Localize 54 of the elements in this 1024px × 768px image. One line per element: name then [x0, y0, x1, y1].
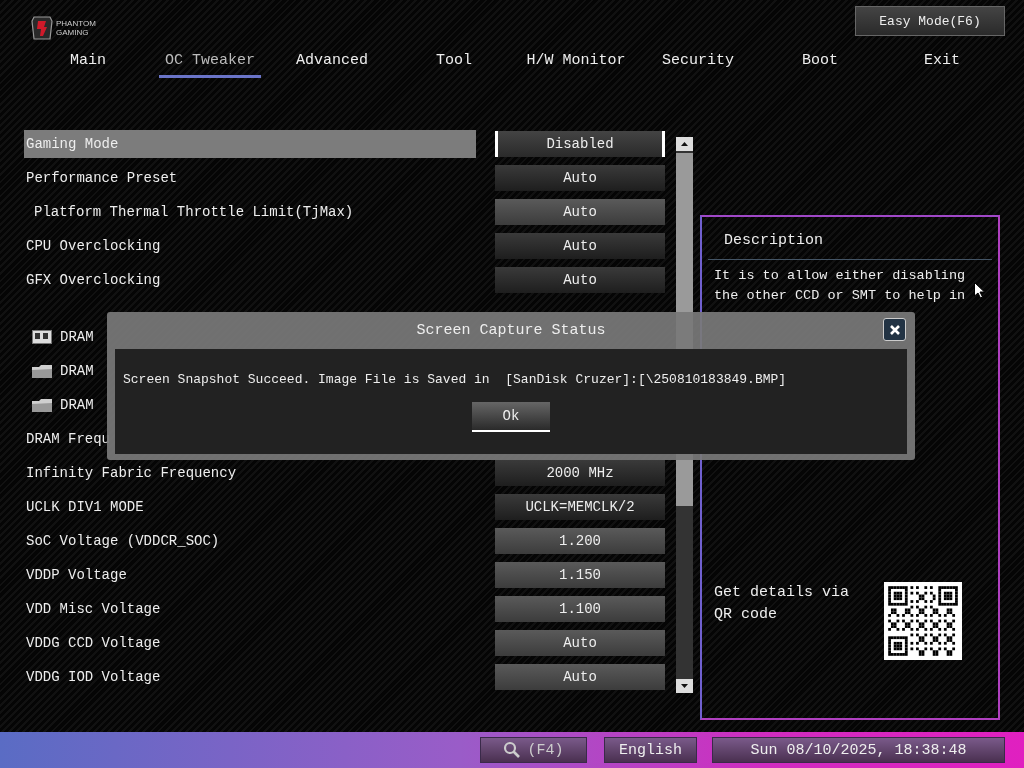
menu-tab[interactable]: Security: [656, 44, 740, 78]
value-field[interactable]: Auto: [495, 664, 665, 690]
submenu-link[interactable]: DRAM: [52, 391, 94, 419]
value-field[interactable]: 1.100: [495, 596, 665, 622]
menu-tab[interactable]: Main: [64, 44, 112, 78]
memory-icon: [32, 330, 52, 344]
logo-text: PHANTOM GAMING: [56, 19, 96, 37]
search-icon: [503, 741, 522, 759]
setting-label[interactable]: Infinity Fabric Frequency: [24, 459, 476, 487]
logo-icon: [31, 15, 53, 41]
value-selector[interactable]: UCLK=MEMCLK/2: [495, 494, 665, 520]
menu-tab[interactable]: Advanced: [290, 44, 374, 78]
close-icon: [888, 323, 901, 336]
submenu-link[interactable]: DRAM: [52, 357, 94, 385]
ok-button[interactable]: Ok: [472, 402, 550, 432]
value-field[interactable]: 1.150: [495, 562, 665, 588]
value-field[interactable]: Auto: [495, 199, 665, 225]
folder-icon: [32, 398, 52, 412]
dialog-title: Screen Capture Status: [416, 322, 606, 339]
language-button[interactable]: English: [604, 737, 697, 763]
menu-tab[interactable]: Boot: [796, 44, 844, 78]
value-field[interactable]: 1.200: [495, 528, 665, 554]
value-selector[interactable]: Auto: [495, 267, 665, 293]
value-selector[interactable]: 2000 MHz: [495, 460, 665, 486]
easy-mode-button[interactable]: Easy Mode(F6): [855, 6, 1005, 36]
setting-label[interactable]: VDDP Voltage: [24, 561, 476, 589]
folder-icon: [32, 364, 52, 378]
value-selector[interactable]: Auto: [495, 233, 665, 259]
setting-label[interactable]: SoC Voltage (VDDCR_SOC): [24, 527, 476, 555]
setting-label[interactable]: VDDG CCD Voltage: [24, 629, 476, 657]
description-title: Description: [708, 217, 992, 260]
setting-label[interactable]: Platform Thermal Throttle Limit(TjMax): [24, 198, 476, 226]
value-selector[interactable]: Disabled: [495, 131, 665, 157]
value-field[interactable]: Auto: [495, 630, 665, 656]
dialog-message: Screen Snapshot Succeed. Image File is Saved in [SanDisk Cruzer]:[\250810183849.BMP]: [123, 372, 787, 387]
menu-tab[interactable]: OC Tweaker: [159, 44, 261, 78]
setting-label[interactable]: VDD Misc Voltage: [24, 595, 476, 623]
date-time: Sun 08/10/2025, 18:38:48: [712, 737, 1005, 763]
setting-label[interactable]: Performance Preset: [24, 164, 476, 192]
menu-tab[interactable]: Tool: [430, 44, 478, 78]
search-button[interactable]: (F4): [480, 737, 587, 763]
setting-label[interactable]: CPU Overclocking: [24, 232, 476, 260]
submenu-link[interactable]: DRAM: [52, 323, 94, 351]
menu-tab[interactable]: H/W Monitor: [520, 44, 632, 78]
setting-label[interactable]: GFX Overclocking: [24, 266, 476, 294]
close-button[interactable]: [883, 318, 906, 341]
setting-label[interactable]: Gaming Mode: [24, 130, 476, 158]
mouse-pointer-icon: [974, 282, 985, 299]
setting-label[interactable]: UCLK DIV1 MODE: [24, 493, 476, 521]
description-text: It is to allow either disabling the other CCD or SMT to help in: [714, 267, 967, 305]
setting-label[interactable]: VDDG IOD Voltage: [24, 663, 476, 691]
menu-tab[interactable]: Exit: [918, 44, 966, 78]
value-selector[interactable]: Auto: [495, 165, 665, 191]
qr-caption: Get details via QR code: [714, 583, 851, 625]
